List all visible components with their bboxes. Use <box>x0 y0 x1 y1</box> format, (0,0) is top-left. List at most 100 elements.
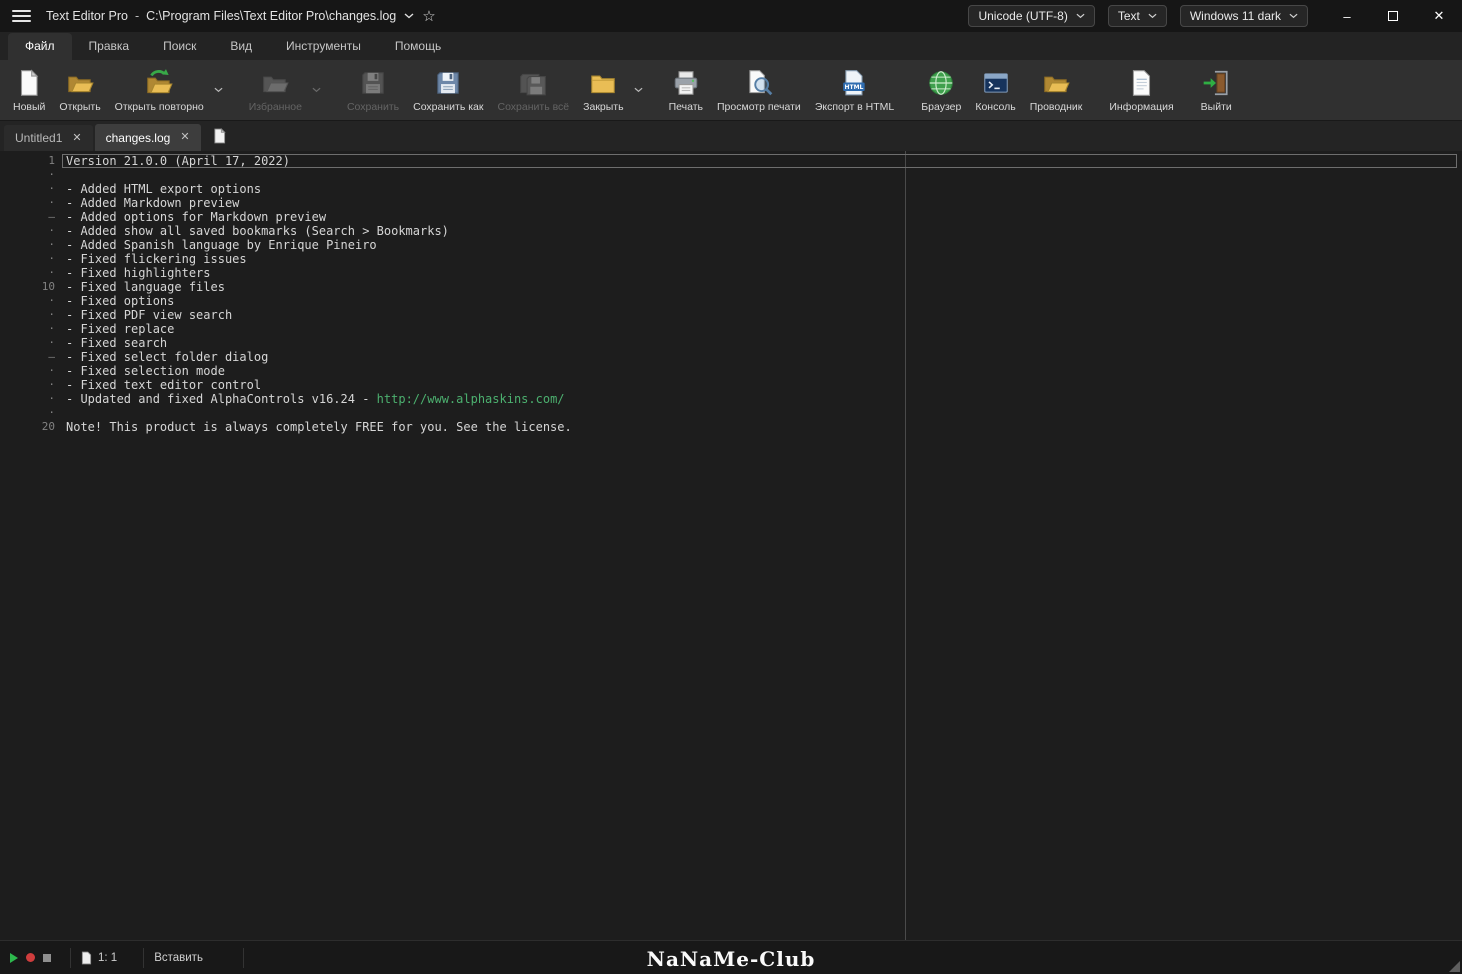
editor-line[interactable]: · <box>0 406 1457 420</box>
editor[interactable]: 1 Version 21.0.0 (April 17, 2022) · · - Adde… <box>0 151 1462 940</box>
encoding-select[interactable]: Unicode (UTF-8) <box>968 5 1095 27</box>
line-number: · <box>48 378 55 391</box>
toolbar-button-close[interactable]: Закрыть <box>576 64 630 116</box>
line-text: - Added show all saved bookmarks (Search… <box>66 224 449 238</box>
editor-line[interactable]: · - Fixed replace <box>0 322 1457 336</box>
recent-files-chevron-icon[interactable] <box>404 13 414 19</box>
toolbar-button-explorer[interactable]: Проводник <box>1023 64 1090 116</box>
line-text: - Fixed selection mode <box>66 364 225 378</box>
tab-close-icon[interactable]: ✕ <box>72 132 81 144</box>
status-bar: 1: 1 Вставить NaNaMe-Club <box>0 940 1462 974</box>
editor-line[interactable]: – - Added options for Markdown preview <box>0 210 1457 224</box>
editor-lines: 1 Version 21.0.0 (April 17, 2022) · · - Adde… <box>0 154 1462 434</box>
toolbar-button-print[interactable]: Печать <box>662 64 710 116</box>
toolbar-dropdown-close[interactable] <box>631 69 646 111</box>
editor-line[interactable]: · - Fixed flickering issues <box>0 252 1457 266</box>
toolbar-button-info[interactable]: Информация <box>1102 64 1180 116</box>
new-document-icon[interactable] <box>202 121 237 151</box>
menu-tab-view[interactable]: Вид <box>213 33 269 60</box>
editor-line[interactable]: 20 Note! This product is always completel… <box>0 420 1457 434</box>
line-text: Version 21.0.0 (April 17, 2022) <box>62 154 1457 168</box>
editor-line[interactable]: · - Fixed options <box>0 294 1457 308</box>
toolbar-button-label: Новый <box>13 101 46 113</box>
line-text: - Fixed select folder dialog <box>66 350 269 364</box>
editor-line[interactable]: · - Fixed highlighters <box>0 266 1457 280</box>
menu-tab-edit[interactable]: Правка <box>72 33 147 60</box>
editor-line[interactable]: · - Fixed selection mode <box>0 364 1457 378</box>
line-number: · <box>48 266 55 279</box>
toolbar-button-label: Информация <box>1109 101 1174 113</box>
folder-reopen-icon <box>144 68 174 98</box>
line-number: 20 <box>41 420 55 433</box>
toolbar-button-label: Открыть повторно <box>114 101 204 113</box>
resize-grip-icon[interactable] <box>1449 961 1460 972</box>
editor-line[interactable]: 1 Version 21.0.0 (April 17, 2022) <box>0 154 1457 168</box>
info-document-icon <box>1127 68 1157 98</box>
record-indicator-icon[interactable] <box>26 953 35 962</box>
theme-value: Windows 11 dark <box>1189 9 1281 23</box>
toolbar-button-label: Печать <box>668 101 703 113</box>
editor-line[interactable]: · - Added HTML export options <box>0 182 1457 196</box>
favorite-star-icon[interactable]: ☆ <box>422 9 435 24</box>
toolbar-button-open[interactable]: Открыть <box>52 64 107 116</box>
line-number: · <box>48 322 55 335</box>
toolbar-button-export-html[interactable]: HTML Экспорт в HTML <box>808 64 901 116</box>
filetype-select[interactable]: Text <box>1107 5 1167 27</box>
editor-line[interactable]: · - Fixed search <box>0 336 1457 350</box>
toolbar-button-save-all: Сохранить всё <box>490 64 576 116</box>
toolbar-button-label: Проводник <box>1029 101 1083 113</box>
editor-line[interactable]: · - Added show all saved bookmarks (Searc… <box>0 224 1457 238</box>
toolbar-button-console[interactable]: Консоль <box>968 64 1022 116</box>
run-indicator-icon[interactable] <box>10 952 18 963</box>
toolbar-button-print-preview[interactable]: Просмотр печати <box>710 64 808 116</box>
editor-line[interactable]: · - Added Markdown preview <box>0 196 1457 210</box>
theme-select[interactable]: Windows 11 dark <box>1179 5 1308 27</box>
chevron-down-icon <box>1148 13 1157 19</box>
line-text: - Added HTML export options <box>66 182 262 196</box>
maximize-button[interactable] <box>1370 0 1416 32</box>
toolbar: Новый Открыть Открыть повторно Избранное Сох… <box>0 60 1462 121</box>
tab-changes-log[interactable]: changes.log ✕ <box>94 124 201 151</box>
menu-tab-help[interactable]: Помощь <box>378 33 458 60</box>
toolbar-button-save-as[interactable]: Сохранить как <box>406 64 490 116</box>
floppy-save-icon <box>358 68 388 98</box>
toolbar-button-exit[interactable]: Выйти <box>1194 64 1239 116</box>
menu-tab-search[interactable]: Поиск <box>146 33 213 60</box>
toolbar-button-save: Сохранить <box>340 64 406 116</box>
line-number: · <box>48 224 55 237</box>
toolbar-button-browser[interactable]: Браузер <box>914 64 968 116</box>
toolbar-button-reopen[interactable]: Открыть повторно <box>108 64 211 116</box>
statusbar-separator <box>143 947 145 968</box>
editor-line[interactable]: · - Updated and fixed AlphaControls v16.2… <box>0 392 1457 406</box>
editor-line[interactable]: · - Added Spanish language by Enrique Pin… <box>0 238 1457 252</box>
toolbar-button-label: Сохранить как <box>413 101 484 113</box>
document-tabbar: Untitled1 ✕ changes.log ✕ <box>0 121 1462 151</box>
toolbar-button-label: Избранное <box>248 101 302 113</box>
editor-line[interactable]: · <box>0 168 1457 182</box>
editor-line[interactable]: – - Fixed select folder dialog <box>0 350 1457 364</box>
close-button[interactable]: ✕ <box>1416 0 1462 32</box>
menu-tab-file[interactable]: Файл <box>8 33 72 60</box>
editor-line[interactable]: · - Fixed text editor control <box>0 378 1457 392</box>
menu-tab-tools[interactable]: Инструменты <box>269 33 378 60</box>
tab-untitled1[interactable]: Untitled1 ✕ <box>4 125 93 151</box>
toolbar-button-new[interactable]: Новый <box>6 64 52 116</box>
url-link[interactable]: http://www.alphaskins.com/ <box>377 392 565 406</box>
menu-bar: Файл Правка Поиск Вид Инструменты Помощь <box>0 32 1462 60</box>
folder-explorer-icon <box>1041 68 1071 98</box>
stop-indicator-icon[interactable] <box>43 953 51 962</box>
title-bar: Text Editor Pro - C:\Program Files\Text … <box>0 0 1462 32</box>
caret-position: 1: 1 <box>98 951 118 964</box>
toolbar-button-label: Выйти <box>1200 101 1232 113</box>
tab-close-icon[interactable]: ✕ <box>180 132 189 143</box>
print-preview-icon <box>744 68 774 98</box>
floppy-save-all-icon <box>518 68 548 98</box>
hamburger-menu-icon[interactable] <box>12 10 31 22</box>
chevron-down-icon <box>1289 13 1298 19</box>
minimize-button[interactable]: – <box>1324 0 1370 32</box>
toolbar-dropdown-reopen[interactable] <box>211 69 226 111</box>
editor-line[interactable]: 10 - Fixed language files <box>0 280 1457 294</box>
svg-text:HTML: HTML <box>844 84 863 91</box>
insert-mode-indicator[interactable]: Вставить <box>154 952 203 964</box>
editor-line[interactable]: · - Fixed PDF view search <box>0 308 1457 322</box>
